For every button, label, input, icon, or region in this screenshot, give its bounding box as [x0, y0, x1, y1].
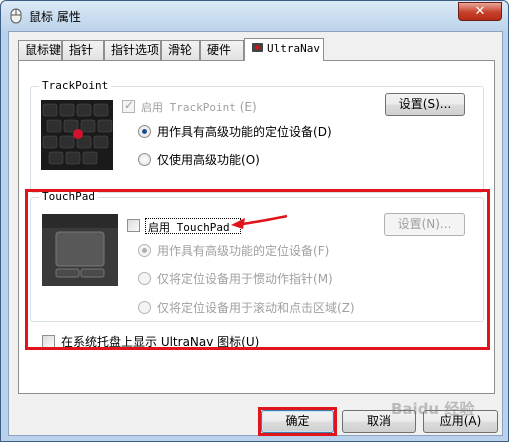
trackpoint-group: TrackPoint ✓ 启用 TrackPoint (E) 设置(S)... … [30, 79, 484, 193]
tab-ultranav[interactable]: UltraNav [244, 38, 324, 61]
tab-pointer-options[interactable]: 指针选项 [104, 40, 161, 60]
trackpoint-group-label: TrackPoint [39, 79, 112, 92]
dialog-client: 鼠标键 指针 指针选项 滑轮 硬件 UltraNav TrackPoint ✓ … [8, 31, 503, 436]
trackpoint-enable-text: 启用 TrackPoint [141, 101, 236, 114]
trackpoint-enable-checkbox[interactable]: ✓ [122, 98, 135, 113]
trackpoint-keyboard-image [41, 100, 113, 170]
radio-dot [142, 129, 147, 134]
trackpoint-enable-key: (E) [239, 100, 257, 114]
tab-hardware[interactable]: 硬件 [200, 40, 244, 60]
close-button[interactable]: ✕ [458, 2, 502, 21]
trackpoint-advanced-label: 用作具有高级功能的定位设备(D) [157, 123, 332, 140]
ultranav-panel: TrackPoint ✓ 启用 TrackPoint (E) 设置(S)... … [18, 60, 495, 394]
tab-wheel[interactable]: 滑轮 [161, 40, 200, 60]
window-title: 鼠标 属性 [29, 10, 81, 24]
trackpoint-advanced-radio[interactable] [138, 125, 151, 138]
watermark: Baidu 经验 [391, 400, 475, 418]
tab-ultranav-label: UltraNav [267, 42, 320, 55]
ultranav-icon [252, 43, 263, 52]
trackpoint-only-label: 仅使用高级功能(O) [157, 151, 260, 168]
title-bar[interactable]: 鼠标 属性 ✕ [1, 1, 508, 31]
ok-highlight-box [258, 407, 337, 436]
mouse-properties-window: 鼠标 属性 ✕ 鼠标键 指针 指针选项 滑轮 硬件 UltraNav Track… [0, 0, 509, 442]
mouse-icon [10, 8, 22, 24]
trackpoint-only-key: (O) [241, 153, 260, 167]
tab-pointers[interactable]: 指针 [62, 40, 104, 60]
trackpoint-advanced-text: 用作具有高级功能的定位设备 [157, 125, 314, 139]
trackpoint-only-radio[interactable] [138, 153, 151, 166]
tab-buttons[interactable]: 鼠标键 [18, 40, 62, 60]
checkmark-icon: ✓ [124, 98, 135, 112]
trackpoint-advanced-key: (D) [313, 125, 332, 139]
trackpoint-settings-button[interactable]: 设置(S)... [385, 93, 465, 116]
trackpoint-enable-label: 启用 TrackPoint (E) [141, 99, 257, 115]
trackpoint-only-text: 仅使用高级功能 [157, 153, 242, 167]
touchpad-highlight-box [25, 189, 490, 350]
